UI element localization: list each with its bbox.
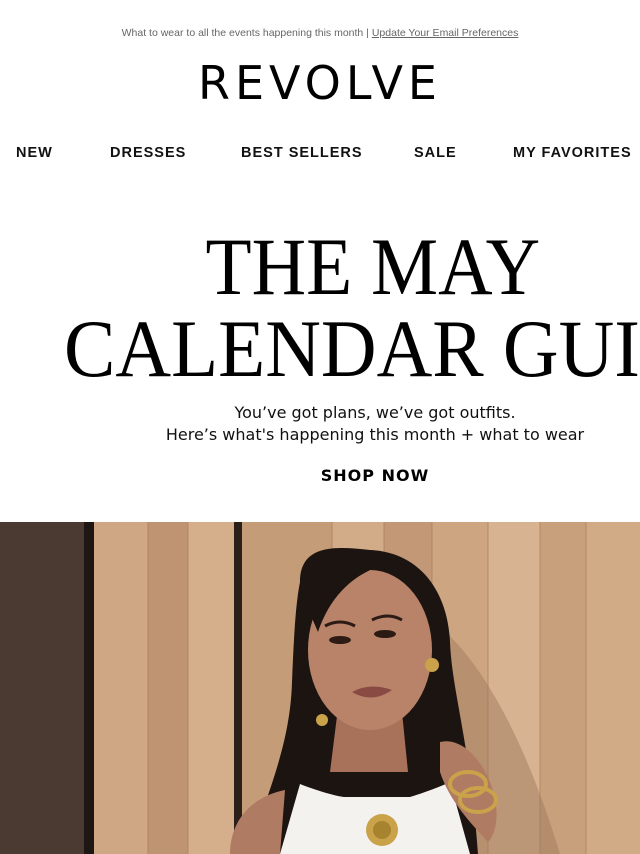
revolve-logo[interactable]: REVOLVE bbox=[0, 56, 640, 110]
headline-line-2-text: CALENDAR GUIDE bbox=[64, 305, 640, 393]
nav-item-new[interactable]: NEW bbox=[16, 145, 53, 161]
email-preferences-link[interactable]: Update Your Email Preferences bbox=[372, 27, 519, 39]
preheader: What to wear to all the events happening… bbox=[0, 27, 640, 39]
headline-line-2: CALENDAR GUIDE bbox=[0, 305, 640, 393]
hero-subcopy-line-1: You’ve got plans, we’ve got outfits. bbox=[234, 403, 516, 422]
nav-item-my-favorites[interactable]: MY FAVORITES bbox=[513, 145, 632, 161]
hero-photo-illustration bbox=[0, 522, 640, 854]
shop-now-button[interactable]: SHOP NOW bbox=[110, 466, 640, 485]
hero-image[interactable] bbox=[0, 522, 640, 854]
hero-subcopy-line-2: Here’s what's happening this month + wha… bbox=[165, 425, 585, 444]
main-nav: NEW DRESSES BEST SELLERS SALE MY FAVORIT… bbox=[0, 145, 640, 165]
nav-item-dresses[interactable]: DRESSES bbox=[110, 145, 186, 161]
preheader-text: What to wear to all the events happening… bbox=[121, 27, 372, 39]
headline-line-1: THE MAY bbox=[0, 224, 640, 310]
headline-line-1-text: THE MAY bbox=[205, 224, 541, 310]
hero-subcopy: You’ve got plans, we’ve got outfits. Her… bbox=[110, 402, 640, 446]
nav-item-best-sellers[interactable]: BEST SELLERS bbox=[241, 145, 363, 161]
nav-item-sale[interactable]: SALE bbox=[414, 145, 457, 161]
